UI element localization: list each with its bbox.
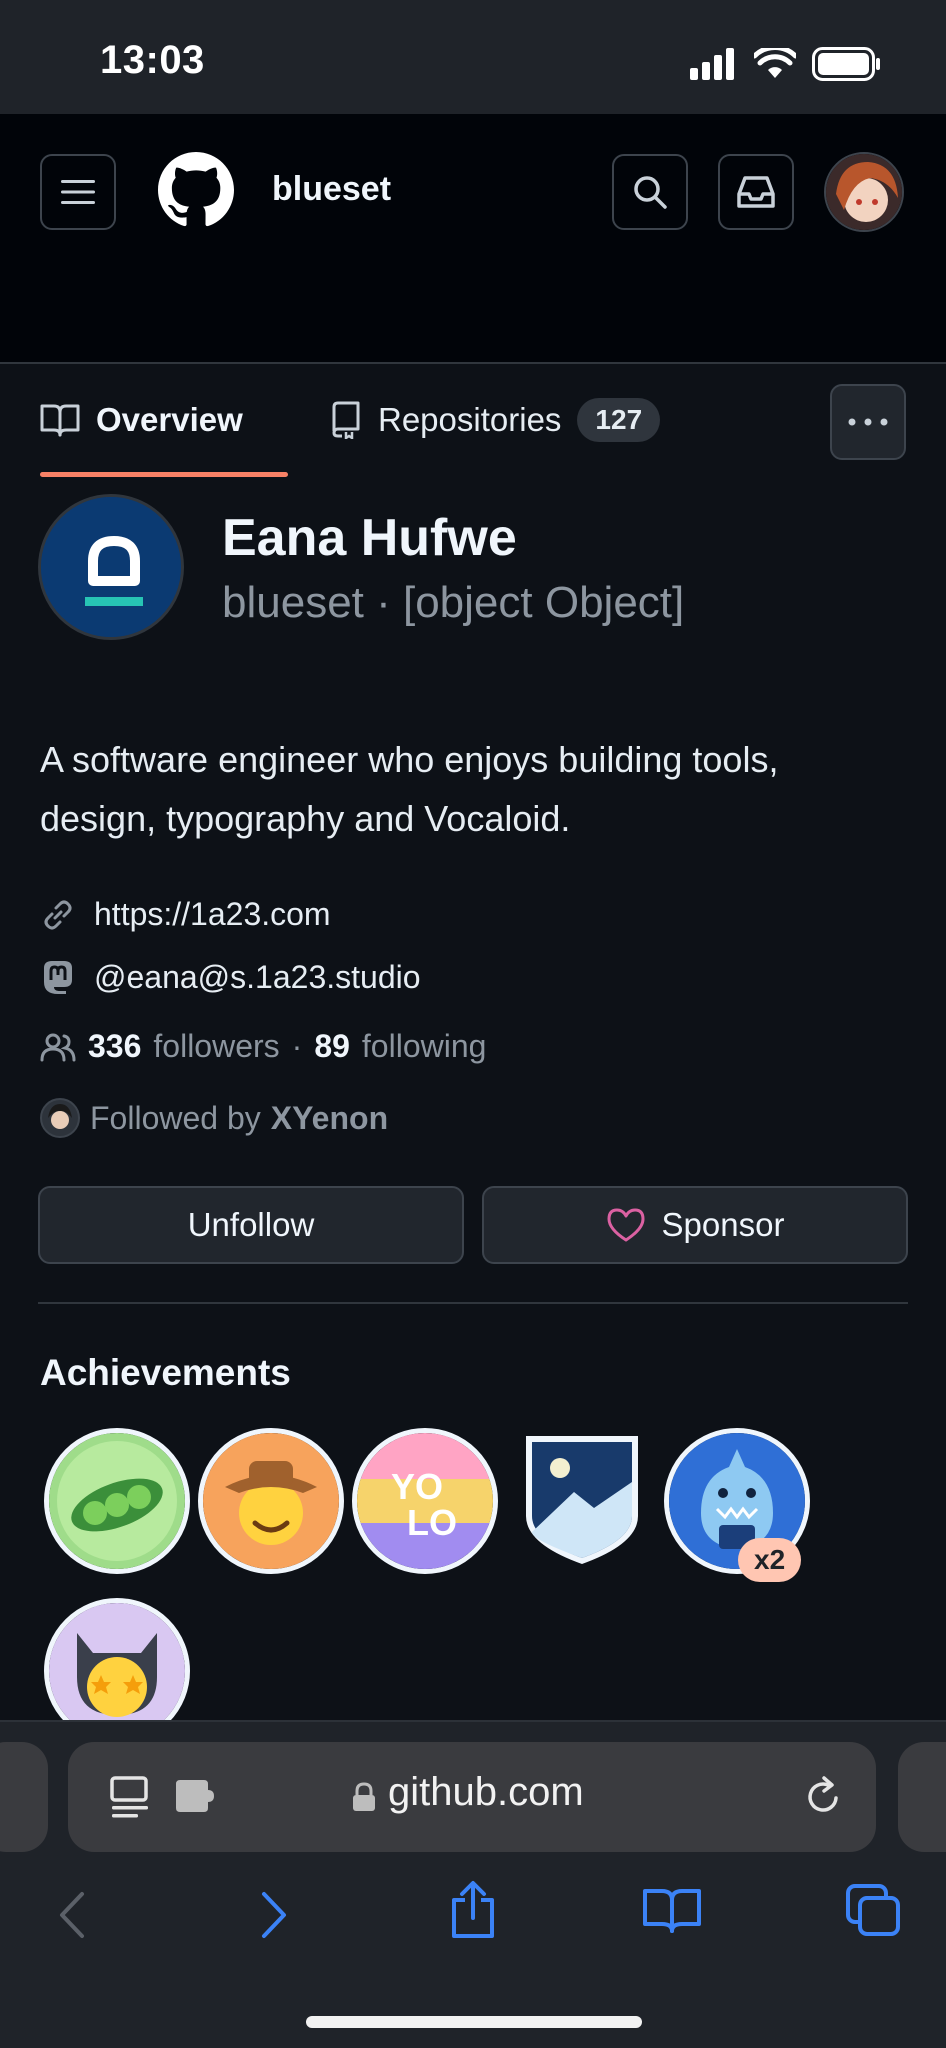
status-icons bbox=[690, 46, 882, 82]
following-label[interactable]: following bbox=[362, 1028, 487, 1065]
followers-label[interactable]: followers bbox=[153, 1028, 279, 1065]
home-indicator bbox=[306, 2016, 642, 2028]
reload-icon[interactable] bbox=[804, 1776, 844, 1818]
search-icon bbox=[634, 176, 667, 209]
active-tab-indicator bbox=[40, 472, 288, 477]
profile-name: Eana Hufwe bbox=[222, 509, 517, 567]
pea-pod-badge[interactable] bbox=[44, 1428, 190, 1574]
follower-avatar[interactable] bbox=[40, 1098, 80, 1138]
follow-separator: · bbox=[291, 1028, 303, 1064]
share-icon[interactable] bbox=[448, 1880, 498, 1940]
extension-icon[interactable] bbox=[174, 1778, 216, 1814]
tab-repositories[interactable]: Repositories 127 bbox=[330, 380, 661, 460]
more-tabs-button[interactable] bbox=[830, 384, 906, 460]
achievements-title: Achievements bbox=[40, 1352, 291, 1393]
tab-overview-label: Overview bbox=[96, 401, 243, 438]
shark-badge-multiplier: x2 bbox=[738, 1538, 802, 1582]
search-button[interactable] bbox=[612, 154, 688, 230]
followed-by-user[interactable]: XYenon bbox=[271, 1100, 388, 1137]
github-logo-icon[interactable] bbox=[158, 152, 234, 228]
inbox-button[interactable] bbox=[718, 154, 794, 230]
header-username[interactable]: blueset bbox=[272, 170, 391, 209]
bookmarks-icon[interactable] bbox=[642, 1886, 702, 1934]
heart-icon bbox=[607, 1208, 645, 1242]
inbox-icon bbox=[737, 176, 775, 208]
yolo-badge[interactable]: YO LO bbox=[352, 1428, 498, 1574]
forward-icon[interactable] bbox=[260, 1890, 290, 1940]
following-count[interactable]: 89 bbox=[314, 1028, 350, 1065]
followed-by-row: Followed by XYenon bbox=[40, 1098, 388, 1138]
sponsor-label: Sponsor bbox=[661, 1206, 785, 1243]
followed-by-label: Followed by bbox=[90, 1099, 261, 1136]
link-icon bbox=[44, 900, 72, 929]
signal-icon bbox=[690, 48, 734, 80]
tab-overview[interactable]: Overview bbox=[40, 380, 243, 460]
reader-icon[interactable] bbox=[110, 1776, 150, 1818]
status-time: 13:03 bbox=[100, 38, 205, 82]
unfollow-label: Unfollow bbox=[187, 1206, 315, 1243]
github-header: blueset Overview Repositories 127 bbox=[0, 114, 946, 477]
repo-icon bbox=[332, 401, 360, 439]
website-row[interactable]: https://1a23.com bbox=[40, 896, 331, 933]
kebab-horizontal-icon bbox=[848, 418, 888, 426]
book-icon bbox=[40, 404, 80, 437]
profile-avatar[interactable] bbox=[38, 494, 184, 640]
back-icon[interactable] bbox=[56, 1890, 86, 1940]
status-bar: 13:03 bbox=[0, 0, 946, 114]
unfollow-button[interactable]: Unfollow bbox=[38, 1186, 464, 1264]
svg-text:LO: LO bbox=[407, 1502, 457, 1543]
profile-login: blueset · [object Object] bbox=[222, 578, 685, 627]
followers-count[interactable]: 336 bbox=[88, 1028, 141, 1065]
tabs-icon[interactable] bbox=[846, 1884, 902, 1936]
next-tab-pill[interactable] bbox=[898, 1742, 946, 1852]
cowboy-badge[interactable] bbox=[198, 1428, 344, 1574]
user-avatar[interactable] bbox=[824, 152, 904, 232]
repositories-count-badge: 127 bbox=[577, 398, 661, 442]
battery-icon bbox=[812, 47, 880, 81]
mastodon-row[interactable]: @eana@s.1a23.studio bbox=[40, 958, 421, 996]
menu-button[interactable] bbox=[40, 154, 116, 230]
sponsor-button[interactable]: Sponsor bbox=[482, 1186, 908, 1264]
profile-bio: A software engineer who enjoys building … bbox=[40, 739, 779, 839]
hamburger-icon bbox=[61, 180, 95, 204]
mastodon-handle[interactable]: @eana@s.1a23.studio bbox=[94, 959, 421, 996]
people-icon bbox=[40, 1033, 76, 1061]
lock-icon bbox=[353, 1782, 375, 1811]
tab-repositories-label: Repositories bbox=[378, 401, 562, 438]
mastodon-icon bbox=[44, 961, 72, 994]
website-link[interactable]: https://1a23.com bbox=[94, 896, 331, 933]
svg-text:YO: YO bbox=[391, 1466, 443, 1507]
arctic-badge[interactable] bbox=[522, 1432, 642, 1568]
followers-row[interactable]: 336 followers · 89 following bbox=[40, 1028, 486, 1065]
wifi-icon bbox=[754, 48, 796, 78]
previous-tab-pill[interactable] bbox=[0, 1742, 48, 1852]
url-text[interactable]: github.com bbox=[388, 1770, 584, 1815]
section-divider bbox=[38, 1302, 908, 1304]
